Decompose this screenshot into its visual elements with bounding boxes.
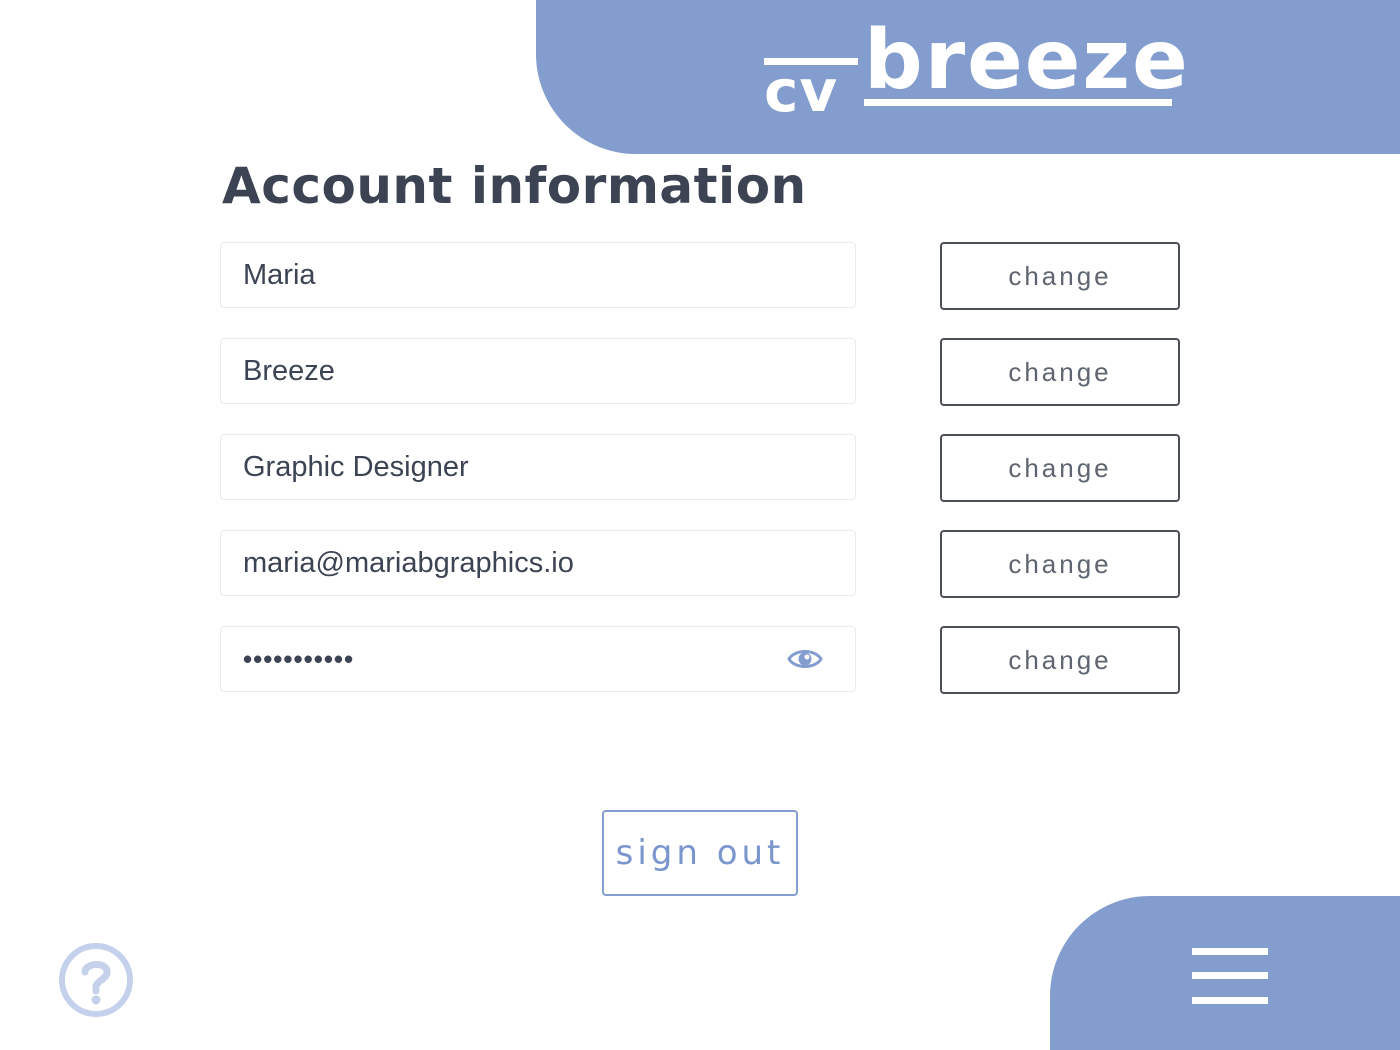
logo-underline	[864, 99, 1172, 106]
change-email-button[interactable]: change	[940, 530, 1180, 598]
page-title: Account information	[222, 157, 807, 215]
job-title-field[interactable]: Graphic Designer	[220, 434, 856, 500]
first-name-value: Maria	[243, 259, 316, 291]
password-field[interactable]: •••••••••••	[220, 626, 856, 692]
last-name-field[interactable]: Breeze	[220, 338, 856, 404]
last-name-value: Breeze	[243, 355, 335, 387]
change-first-name-button[interactable]: change	[940, 242, 1180, 310]
first-name-field[interactable]: Maria	[220, 242, 856, 308]
change-last-name-button[interactable]: change	[940, 338, 1180, 406]
job-title-value: Graphic Designer	[243, 451, 469, 483]
change-job-title-button[interactable]: change	[940, 434, 1180, 502]
sign-out-button[interactable]: sign out	[602, 810, 798, 896]
eye-icon[interactable]	[787, 645, 823, 673]
logo-prefix: cv	[764, 57, 839, 125]
question-circle-icon[interactable]	[58, 942, 134, 1018]
logo-name: breeze	[864, 13, 1190, 108]
menu-line	[1192, 997, 1268, 1004]
hamburger-menu-icon[interactable]	[1192, 948, 1268, 1006]
menu-line	[1192, 972, 1268, 979]
account-page: cv breeze Account information Maria chan…	[0, 0, 1400, 1050]
email-field[interactable]: maria@mariabgraphics.io	[220, 530, 856, 596]
password-value: •••••••••••	[243, 644, 355, 674]
email-value: maria@mariabgraphics.io	[243, 547, 574, 579]
change-password-button[interactable]: change	[940, 626, 1180, 694]
menu-line	[1192, 948, 1268, 955]
cvbreeze-logo[interactable]: cv breeze	[760, 20, 1188, 125]
